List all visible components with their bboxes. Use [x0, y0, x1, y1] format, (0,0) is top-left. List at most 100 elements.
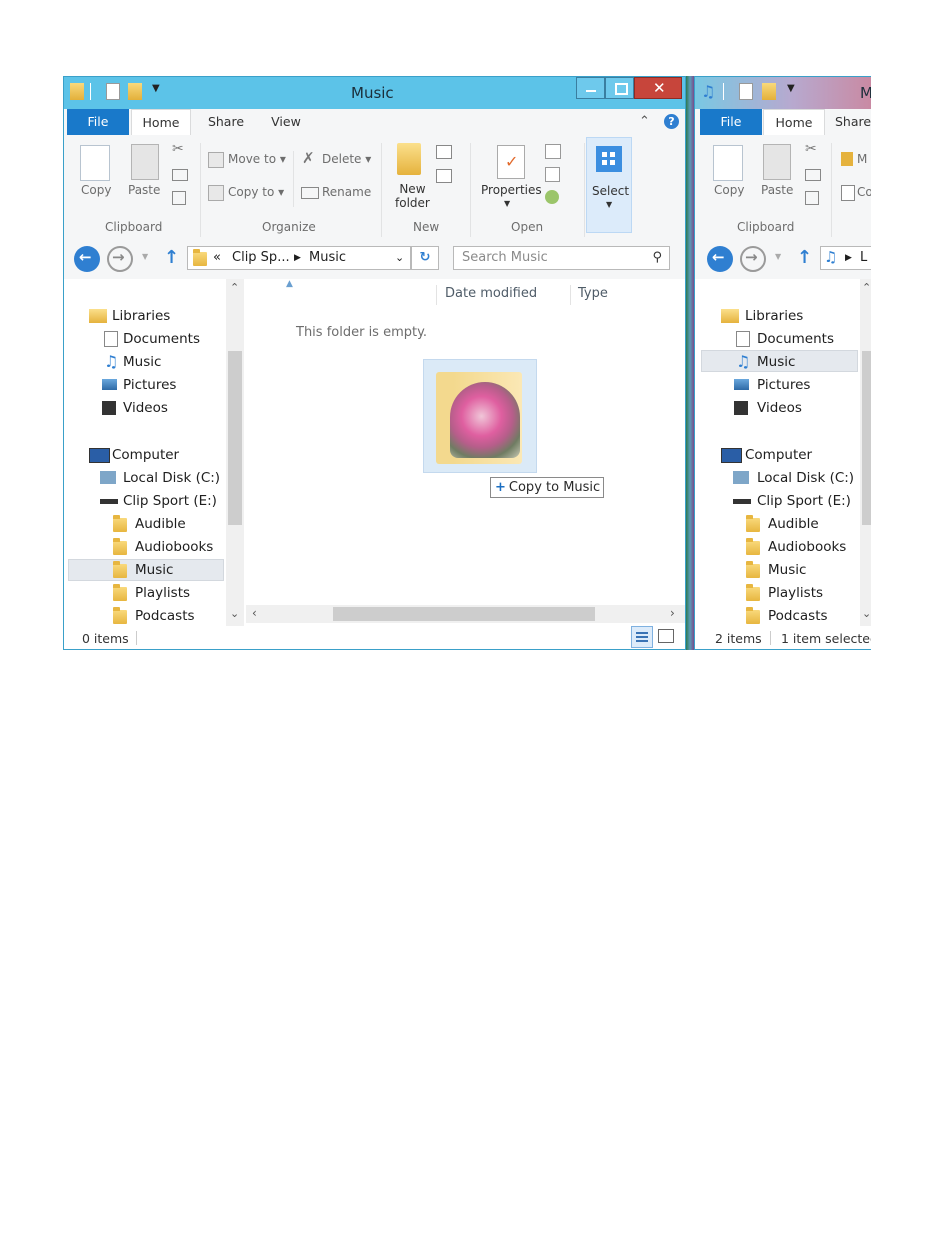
paste-button[interactable]: Paste: [761, 183, 793, 197]
nav-music[interactable]: Music: [757, 353, 795, 371]
new-item-icon[interactable]: [436, 145, 452, 159]
nav-documents[interactable]: Documents: [123, 330, 200, 348]
tab-home[interactable]: Home: [763, 109, 825, 136]
paste-button[interactable]: Paste: [128, 183, 160, 197]
nav-libraries[interactable]: Libraries: [112, 307, 170, 325]
address-box[interactable]: « Clip Sp... ▶ Music ⌄: [187, 246, 411, 270]
copy-to-button[interactable]: Copy to ▾: [228, 185, 284, 199]
nav-music-folder[interactable]: Music: [768, 561, 806, 579]
forward-button[interactable]: →: [740, 246, 766, 272]
tab-home[interactable]: Home: [131, 109, 191, 136]
recent-locations-icon[interactable]: ▼: [775, 252, 781, 261]
content-h-scrollbar[interactable]: ‹ ›: [246, 605, 685, 623]
back-button[interactable]: ←: [74, 246, 100, 272]
search-icon[interactable]: ⚲: [652, 247, 662, 269]
new-folder-icon[interactable]: [128, 83, 142, 100]
nav-pictures[interactable]: Pictures: [757, 376, 810, 394]
paste-icon[interactable]: [131, 144, 159, 180]
up-icon[interactable]: ↑: [164, 247, 179, 268]
search-input[interactable]: Search Music ⚲: [453, 246, 670, 270]
copy-button[interactable]: Copy: [714, 183, 744, 197]
nav-pictures[interactable]: Pictures: [123, 376, 176, 394]
title-bar[interactable]: ▼ Music ✕: [64, 77, 685, 109]
copy-path-icon[interactable]: [172, 169, 188, 181]
tab-share[interactable]: Share: [198, 109, 254, 135]
properties-dropdown-icon[interactable]: ▼: [504, 199, 510, 208]
nav-scroll-thumb[interactable]: [862, 351, 871, 525]
nav-audiobooks[interactable]: Audiobooks: [768, 538, 846, 556]
nav-scroll-thumb[interactable]: [228, 351, 242, 525]
properties-button[interactable]: Properties: [481, 183, 542, 197]
tab-view[interactable]: View: [260, 109, 312, 135]
large-icons-view-icon[interactable]: [658, 629, 674, 643]
scroll-left-icon[interactable]: ‹: [252, 606, 257, 620]
customize-quick-access-icon[interactable]: ▼: [152, 83, 162, 100]
column-date-modified[interactable]: Date modified: [445, 286, 537, 301]
copy-path-icon[interactable]: [805, 169, 821, 181]
nav-documents[interactable]: Documents: [757, 330, 834, 348]
h-scroll-thumb[interactable]: [333, 607, 595, 621]
copy-button[interactable]: Copy: [81, 183, 111, 197]
title-bar[interactable]: ♫ ▼ M: [695, 77, 871, 109]
nav-scrollbar[interactable]: ⌃ ⌄: [860, 279, 871, 626]
nav-videos[interactable]: Videos: [123, 399, 168, 417]
scroll-up-icon[interactable]: ⌃: [862, 281, 871, 294]
copy-icon[interactable]: [713, 145, 743, 181]
paste-shortcut-icon[interactable]: [805, 191, 819, 205]
details-view-icon[interactable]: [631, 626, 653, 648]
scroll-up-icon[interactable]: ⌃: [230, 281, 239, 294]
breadcrumb-music[interactable]: Music: [309, 247, 346, 269]
refresh-button[interactable]: ↻: [411, 246, 439, 270]
properties-icon[interactable]: ✓: [497, 145, 525, 179]
nav-local-disk[interactable]: Local Disk (C:): [123, 469, 220, 487]
new-folder-icon[interactable]: [397, 143, 421, 175]
nav-podcasts[interactable]: Podcasts: [135, 607, 195, 625]
paste-shortcut-icon[interactable]: [172, 191, 186, 205]
easy-access-icon[interactable]: [436, 169, 452, 183]
minimize-button[interactable]: [576, 77, 605, 99]
open-icon[interactable]: [545, 144, 561, 159]
nav-videos[interactable]: Videos: [757, 399, 802, 417]
nav-playlists[interactable]: Playlists: [768, 584, 823, 602]
breadcrumb-clip-sport[interactable]: Clip Sp...: [232, 247, 290, 269]
copy-icon[interactable]: [80, 145, 110, 181]
breadcrumb-libraries[interactable]: L: [860, 247, 867, 269]
forward-button[interactable]: →: [107, 246, 133, 272]
copy-to-button[interactable]: Co: [857, 185, 871, 199]
recent-locations-icon[interactable]: ▼: [142, 252, 148, 261]
help-icon[interactable]: ?: [664, 114, 679, 129]
close-button[interactable]: ✕: [634, 77, 682, 99]
paste-icon[interactable]: [763, 144, 791, 180]
nav-computer[interactable]: Computer: [112, 446, 179, 464]
address-overflow[interactable]: «: [213, 247, 221, 269]
scroll-right-icon[interactable]: ›: [670, 606, 675, 620]
back-button[interactable]: ←: [707, 246, 733, 272]
address-box[interactable]: ♫ ▶ L: [820, 246, 871, 270]
breadcrumb-separator-icon[interactable]: ▶: [845, 247, 852, 269]
new-folder-button[interactable]: New folder: [395, 182, 430, 210]
nav-computer[interactable]: Computer: [745, 446, 812, 464]
tab-share[interactable]: Share: [835, 109, 871, 135]
breadcrumb-separator-icon[interactable]: ▶: [294, 247, 301, 269]
nav-clip-sport[interactable]: Clip Sport (E:): [757, 492, 851, 510]
scroll-down-icon[interactable]: ⌄: [862, 607, 871, 620]
nav-podcasts[interactable]: Podcasts: [768, 607, 828, 625]
collapse-ribbon-icon[interactable]: ⌃: [639, 114, 650, 129]
tab-file[interactable]: File: [67, 109, 129, 135]
properties-icon[interactable]: [739, 83, 753, 100]
history-icon[interactable]: [545, 190, 559, 204]
delete-button[interactable]: Delete ▾: [322, 152, 371, 166]
up-icon[interactable]: ↑: [797, 247, 812, 268]
select-button[interactable]: Select ▼: [586, 137, 632, 233]
nav-scrollbar[interactable]: ⌃ ⌄: [226, 279, 244, 626]
nav-playlists[interactable]: Playlists: [135, 584, 190, 602]
customize-quick-access-icon[interactable]: ▼: [787, 83, 797, 100]
nav-local-disk[interactable]: Local Disk (C:): [757, 469, 854, 487]
address-dropdown-icon[interactable]: ⌄: [395, 247, 404, 269]
column-type[interactable]: Type: [578, 286, 608, 301]
tab-file[interactable]: File: [700, 109, 762, 135]
cut-icon[interactable]: ✂: [172, 141, 184, 157]
maximize-button[interactable]: [605, 77, 634, 99]
nav-clip-sport[interactable]: Clip Sport (E:): [123, 492, 217, 510]
move-to-button[interactable]: M: [857, 152, 867, 166]
